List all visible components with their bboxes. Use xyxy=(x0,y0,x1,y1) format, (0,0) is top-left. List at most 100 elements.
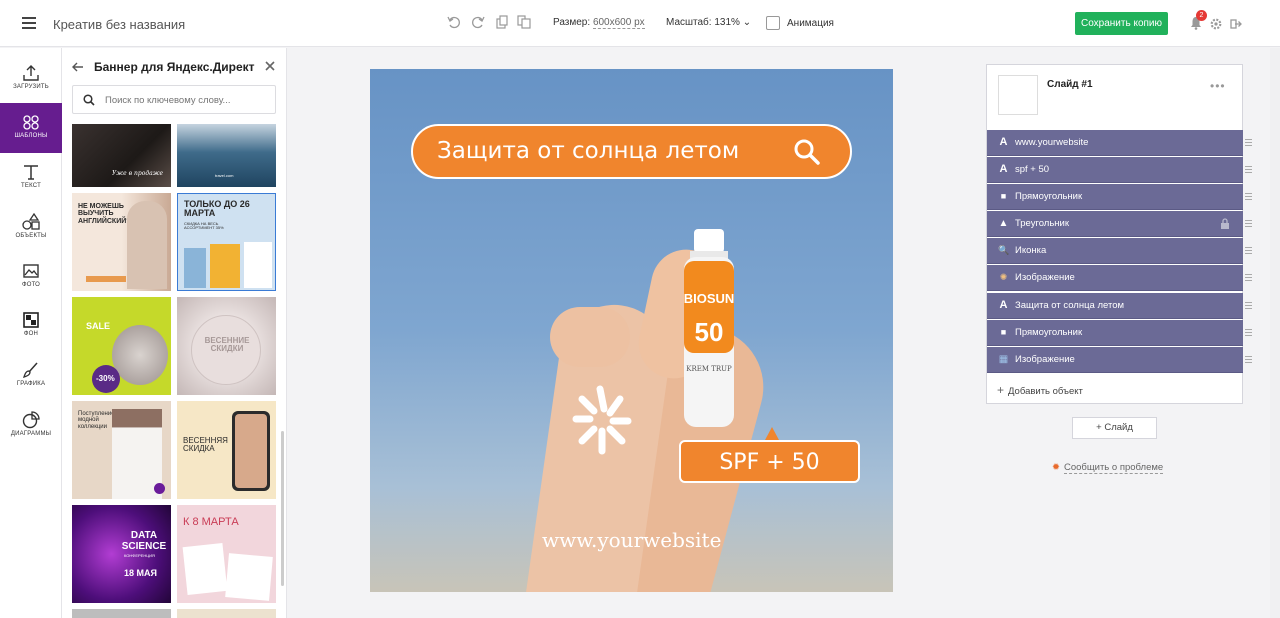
hand-image xyxy=(550,307,630,367)
template-card[interactable] xyxy=(177,609,276,618)
template-card[interactable]: SALE -30% xyxy=(72,297,171,395)
layer-label: Защита от солнца летом xyxy=(1015,300,1125,311)
panel-scrollbar[interactable] xyxy=(281,431,284,586)
template-card[interactable]: Уже в продаже xyxy=(72,124,171,187)
logout-icon[interactable] xyxy=(1230,17,1242,29)
layer-label: Изображение xyxy=(1015,354,1075,365)
layer-row[interactable]: A www.yourwebsite xyxy=(987,130,1243,156)
nav-graphics[interactable]: ГРАФИКА xyxy=(0,351,62,401)
slide-thumbnail[interactable] xyxy=(998,75,1038,115)
drag-handle[interactable] xyxy=(1245,139,1252,148)
layer-row[interactable]: A spf + 50 xyxy=(987,157,1243,183)
size-value[interactable]: 600x600 px xyxy=(592,17,645,29)
layer-label: Изображение xyxy=(1015,272,1075,283)
nav-text[interactable]: ТЕКСТ xyxy=(0,153,62,203)
chevron-down-icon: ⌄ xyxy=(742,17,752,28)
drag-handle[interactable] xyxy=(1245,247,1252,256)
template-text: ВЕСЕННЯЯ СКИДКА xyxy=(183,436,228,454)
rectangle-layer-icon: ■ xyxy=(1000,191,1007,201)
nav-label: ОБЪЕКТЫ xyxy=(15,233,47,239)
design-canvas[interactable]: BIOSUN 50 KREM TRUP Защита от солнца лет… xyxy=(370,69,893,592)
top-bar: Креатив без названия Размер: 600x600 px … xyxy=(0,0,1280,47)
layer-row[interactable]: ✺ Изображение xyxy=(987,265,1243,291)
panel-title: Баннер для Яндекс.Директ xyxy=(94,60,255,74)
drag-handle[interactable] xyxy=(1245,220,1252,229)
image-layer-icon: ✺ xyxy=(999,272,1008,282)
plus-icon: + xyxy=(997,383,1005,397)
animation-checkbox[interactable] xyxy=(766,16,780,30)
template-card[interactable]: ВЕСЕННИЕ СКИДКИ xyxy=(177,297,276,395)
animation-toggle[interactable]: Анимация xyxy=(766,16,834,30)
copy-icon[interactable] xyxy=(495,15,509,29)
layer-row[interactable]: A Защита от солнца летом xyxy=(987,293,1243,319)
nav-label: ГРАФИКА xyxy=(16,381,46,387)
rectangle-layer-icon: ■ xyxy=(1000,327,1007,337)
drag-handle[interactable] xyxy=(1245,274,1252,283)
drag-handle[interactable] xyxy=(1245,302,1252,311)
drag-handle[interactable] xyxy=(1245,166,1252,175)
website-text[interactable]: www.yourwebsite xyxy=(542,528,721,552)
template-card[interactable]: Поступление модной коллекции xyxy=(72,401,171,499)
template-card[interactable]: К 8 МАРТА xyxy=(177,505,276,603)
document-title[interactable]: Креатив без названия xyxy=(53,17,185,32)
sunscreen-smear-image xyxy=(572,385,632,455)
undo-icon[interactable] xyxy=(447,15,461,29)
save-copy-button[interactable]: Сохранить копию xyxy=(1075,12,1168,35)
layer-row[interactable]: ■ Прямоугольник xyxy=(987,320,1243,346)
canvas-size[interactable]: Размер: 600x600 px xyxy=(553,17,645,29)
nav-photo[interactable]: ФОТО xyxy=(0,252,62,302)
nav-charts[interactable]: ДИАГРАММЫ xyxy=(0,401,62,451)
nav-background[interactable]: ФОН xyxy=(0,301,62,351)
spf-box[interactable]: SPF + 50 xyxy=(679,440,860,483)
search-input[interactable] xyxy=(105,92,270,108)
bug-icon: ✹ xyxy=(1052,462,1060,473)
template-text: -30% xyxy=(96,374,115,383)
template-text: К 8 МАРТА xyxy=(183,516,239,528)
drag-handle[interactable] xyxy=(1245,329,1252,338)
drag-handle[interactable] xyxy=(1245,193,1252,202)
menu-icon[interactable] xyxy=(22,17,36,29)
zoom-dropdown[interactable]: Масштаб: 131% ⌄ xyxy=(666,17,751,28)
nav-upload[interactable]: ЗАГРУЗИТЬ xyxy=(0,54,62,104)
template-card[interactable]: DATA SCIENCE КОНФЕРЕНЦИЯ 18 МАЯ xyxy=(72,505,171,603)
more-options-icon[interactable]: ••• xyxy=(1210,79,1226,93)
photo-icon xyxy=(23,264,39,278)
search-icon xyxy=(83,94,95,106)
search-icon[interactable] xyxy=(793,138,821,166)
page-scrollbar[interactable] xyxy=(1270,48,1280,618)
nav-objects[interactable]: ОБЪЕКТЫ xyxy=(0,203,62,253)
template-card[interactable] xyxy=(72,609,171,618)
layer-row[interactable]: ▦ Изображение xyxy=(987,347,1243,373)
template-card[interactable]: НЕ МОЖЕШЬ ВЫУЧИТЬ АНГЛИЙСКИЙ? xyxy=(72,193,171,291)
animation-label: Анимация xyxy=(787,17,834,29)
headline-banner[interactable]: Защита от солнца летом xyxy=(411,124,852,179)
template-card[interactable]: ТОЛЬКО ДО 26 МАРТА СКИДКА НА ВЕСЬ АССОРТ… xyxy=(177,193,276,291)
add-slide-button[interactable]: + Слайд xyxy=(1072,417,1157,439)
template-search[interactable] xyxy=(72,85,276,114)
left-toolbar: ЗАГРУЗИТЬ ШАБЛОНЫ ТЕКСТ ОБЪЕКТЫ ФОТО ФОН… xyxy=(0,48,62,618)
layer-row[interactable]: 🔍 Иконка xyxy=(987,238,1243,264)
template-card[interactable]: ВЕСЕННЯЯ СКИДКА xyxy=(177,401,276,499)
text-layer-icon: A xyxy=(999,136,1008,148)
add-object-button[interactable]: + Добавить объект xyxy=(997,383,1083,397)
template-card[interactable]: travel.com xyxy=(177,124,276,187)
headline-text[interactable]: Защита от солнца летом xyxy=(437,138,739,164)
triangle-pointer[interactable] xyxy=(765,427,779,440)
nav-templates[interactable]: ШАБЛОНЫ xyxy=(0,103,62,153)
duplicate-icon[interactable] xyxy=(517,15,531,29)
lock-icon[interactable] xyxy=(1220,218,1230,229)
drag-handle[interactable] xyxy=(1245,356,1252,365)
report-problem-link[interactable]: ✹ Сообщить о проблеме xyxy=(1052,462,1164,474)
redo-icon[interactable] xyxy=(471,15,485,29)
back-arrow-icon[interactable] xyxy=(72,60,84,72)
layer-label: Треугольник xyxy=(1015,218,1070,229)
templates-panel: Баннер для Яндекс.Директ Уже в продаже t… xyxy=(62,48,287,618)
close-icon[interactable] xyxy=(264,59,276,71)
layer-row[interactable]: ▲ Треугольник xyxy=(987,211,1243,237)
gear-icon[interactable] xyxy=(1210,17,1222,30)
report-problem-label: Сообщить о проблеме xyxy=(1063,462,1164,474)
layer-row[interactable]: ■ Прямоугольник xyxy=(987,184,1243,210)
slide-name: Слайд #1 xyxy=(1047,79,1093,90)
spf-text[interactable]: SPF + 50 xyxy=(681,450,858,475)
nav-label: ФОН xyxy=(23,331,39,337)
